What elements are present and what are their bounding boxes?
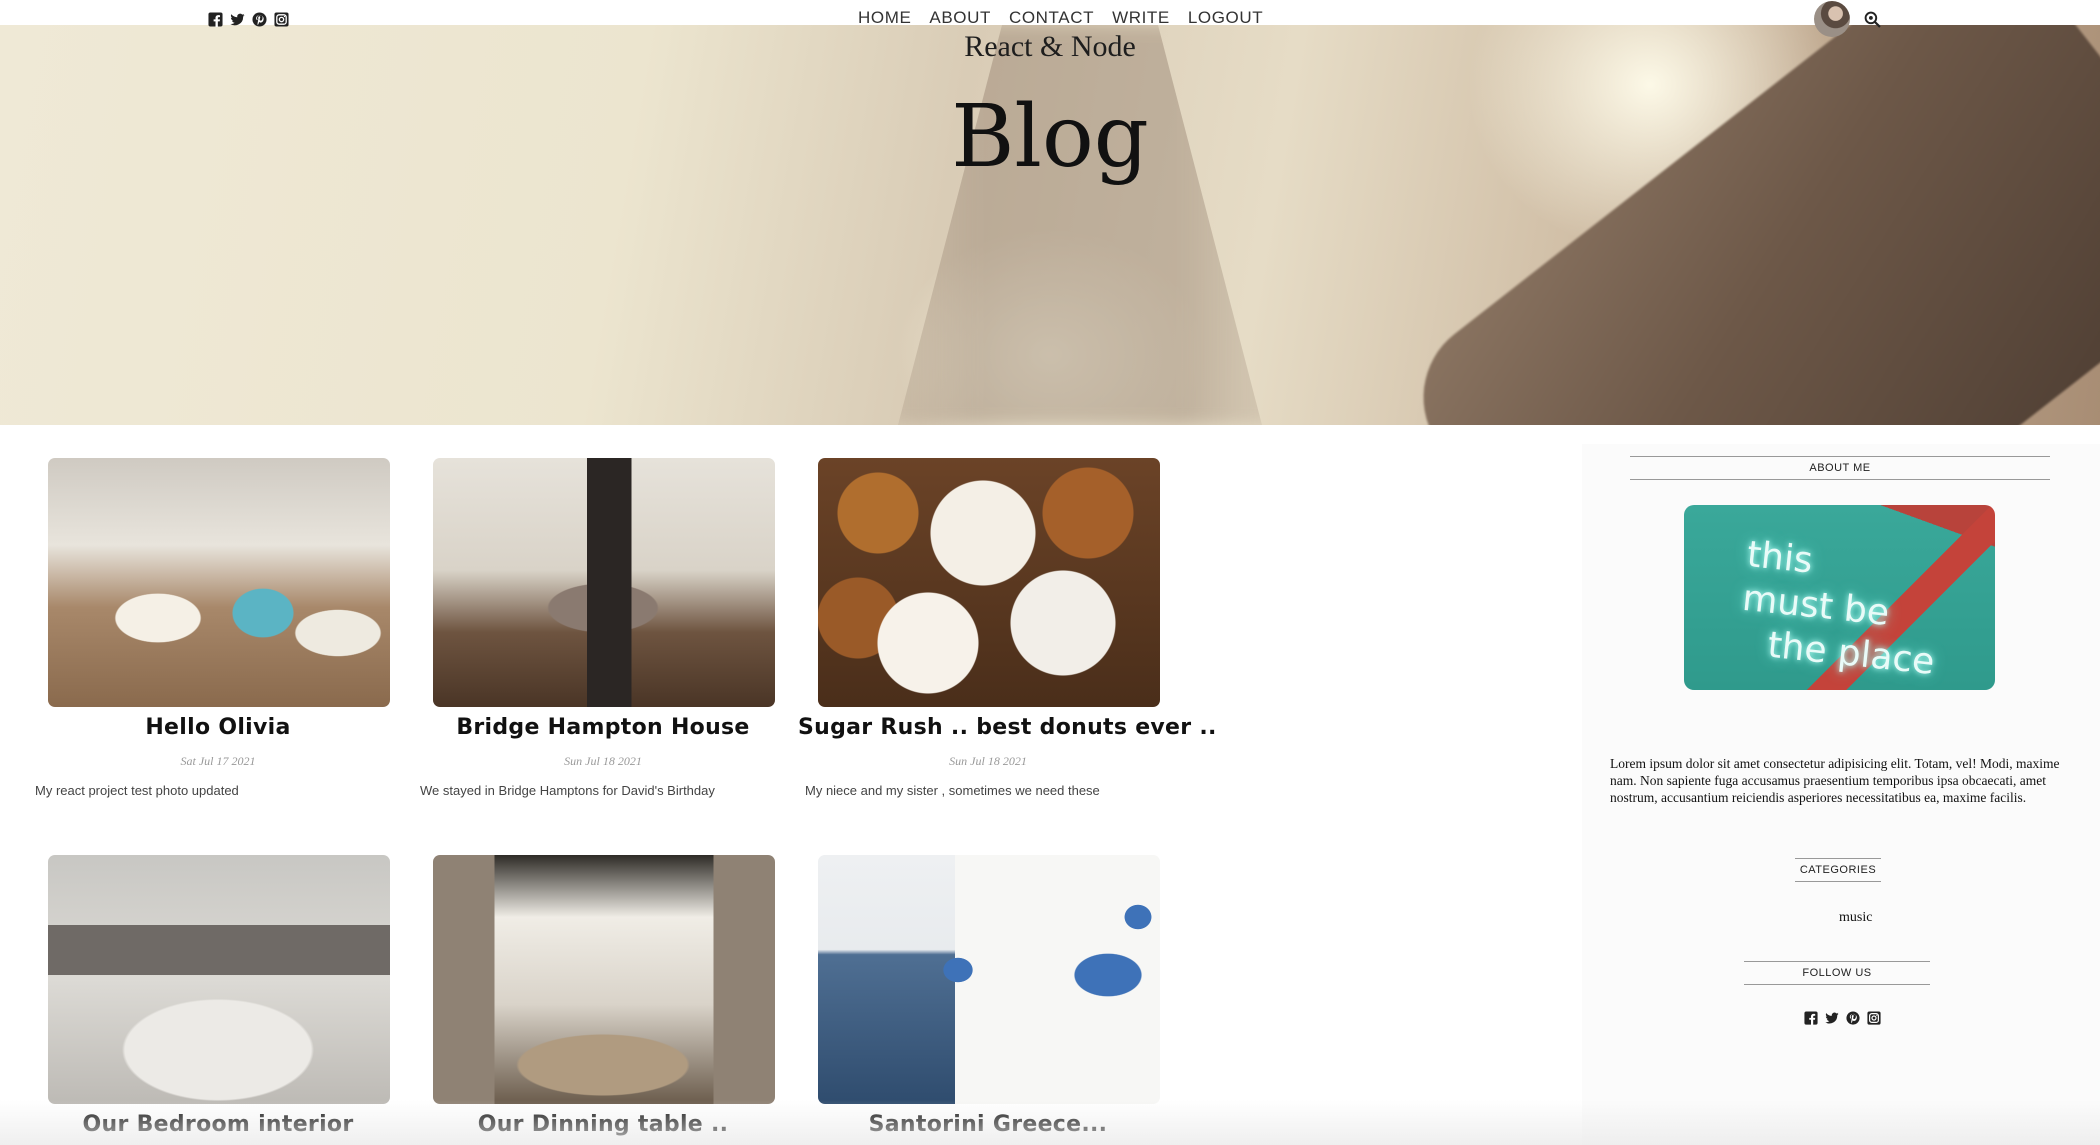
- sidebar-follow-title: FOLLOW US: [1744, 961, 1930, 985]
- post-title[interactable]: Hello Olivia: [28, 715, 408, 740]
- pinterest-icon[interactable]: [1846, 1011, 1860, 1025]
- post-description: We stayed in Bridge Hamptons for David's…: [420, 783, 715, 798]
- main-nav: HOME ABOUT CONTACT WRITE LOGOUT: [858, 8, 1263, 28]
- post-image[interactable]: [48, 855, 390, 1104]
- pinterest-icon[interactable]: [252, 12, 267, 27]
- sidebar-category-item[interactable]: music: [1839, 910, 1872, 926]
- facebook-icon[interactable]: [1804, 1011, 1818, 1025]
- post-card[interactable]: Bridge Hampton House Sun Jul 18 2021 We …: [413, 458, 793, 798]
- post-image[interactable]: [433, 458, 775, 707]
- post-date: Sun Jul 18 2021: [564, 754, 642, 768]
- sidebar-social-icons: [1804, 1011, 1881, 1025]
- sidebar-follow-section: FOLLOW US: [1744, 961, 1930, 985]
- post-image[interactable]: [433, 855, 775, 1104]
- top-bar: HOME ABOUT CONTACT WRITE LOGOUT: [0, 0, 2100, 37]
- post-card[interactable]: Our Dinning table ..: [413, 855, 793, 1137]
- post-title[interactable]: Santorini Greece...: [798, 1112, 1178, 1137]
- post-card[interactable]: Santorini Greece...: [798, 855, 1178, 1137]
- nav-logout[interactable]: LOGOUT: [1188, 8, 1263, 28]
- post-card[interactable]: Our Bedroom interior: [28, 855, 408, 1137]
- top-social-icons: [208, 12, 289, 27]
- sidebar-about-section: ABOUT ME: [1630, 456, 2050, 480]
- post-image[interactable]: [818, 458, 1160, 707]
- post-date: Sat Jul 17 2021: [180, 754, 256, 768]
- neon-sign-text: this must be the place: [1736, 533, 1946, 685]
- post-card[interactable]: Sugar Rush .. best donuts ever .. Sun Ju…: [798, 458, 1216, 798]
- sidebar-about-image: this must be the place: [1684, 505, 1995, 690]
- facebook-icon[interactable]: [208, 12, 223, 27]
- post-description: My react project test photo updated: [35, 783, 239, 798]
- instagram-icon[interactable]: [274, 12, 289, 27]
- nav-about[interactable]: ABOUT: [929, 8, 991, 28]
- sidebar: ABOUT ME this must be the place Lorem ip…: [1582, 444, 2100, 1145]
- hero-subtitle: React & Node: [964, 30, 1136, 63]
- sidebar-about-text: Lorem ipsum dolor sit amet consectetur a…: [1610, 756, 2060, 805]
- post-description: My niece and my sister , sometimes we ne…: [805, 783, 1100, 798]
- hero-background-tower: [898, 25, 1262, 425]
- post-date: Sun Jul 18 2021: [949, 754, 1027, 768]
- post-image[interactable]: [48, 458, 390, 707]
- hero-background-rail: [1391, 25, 2100, 425]
- twitter-icon[interactable]: [230, 12, 245, 27]
- sidebar-categories-title: CATEGORIES: [1795, 858, 1881, 882]
- post-title[interactable]: Sugar Rush .. best donuts ever ..: [798, 715, 1216, 740]
- sidebar-about-title: ABOUT ME: [1630, 456, 2050, 480]
- avatar[interactable]: [1814, 1, 1850, 37]
- instagram-icon[interactable]: [1867, 1011, 1881, 1025]
- post-card[interactable]: Hello Olivia Sat Jul 17 2021 My react pr…: [28, 458, 408, 798]
- post-title[interactable]: Bridge Hampton House: [413, 715, 793, 740]
- nav-home[interactable]: HOME: [858, 8, 911, 28]
- top-right-controls: [1814, 1, 1881, 37]
- nav-contact[interactable]: CONTACT: [1009, 8, 1094, 28]
- twitter-icon[interactable]: [1825, 1011, 1839, 1025]
- nav-write[interactable]: WRITE: [1112, 8, 1170, 28]
- post-title[interactable]: Our Bedroom interior: [28, 1112, 408, 1137]
- search-icon[interactable]: [1864, 11, 1881, 28]
- hero-title: Blog: [951, 87, 1149, 187]
- sidebar-categories-section: CATEGORIES: [1795, 858, 1881, 882]
- post-image[interactable]: [818, 855, 1160, 1104]
- hero-banner: React & Node Blog: [0, 25, 2100, 425]
- post-title[interactable]: Our Dinning table ..: [413, 1112, 793, 1137]
